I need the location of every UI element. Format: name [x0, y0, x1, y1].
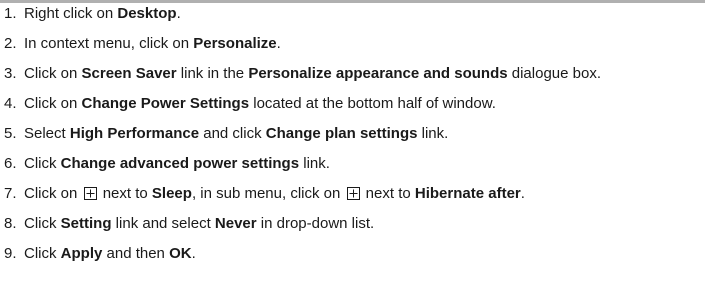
text-run: link in the	[176, 65, 249, 82]
bold-term: High Performance	[69, 125, 200, 142]
step-text: Click Setting link and select Never in d…	[24, 215, 374, 232]
text-run: Select	[24, 125, 70, 142]
text-run: located at the bottom half of window.	[249, 95, 496, 112]
list-item: 7. Click on next to Sleep, in sub menu, c…	[4, 184, 702, 203]
bold-term: Personalize	[193, 35, 277, 52]
bold-term: Setting	[60, 215, 112, 232]
text-run: Click on	[24, 185, 82, 202]
bold-term: Desktop	[117, 5, 177, 22]
bold-term: Hibernate after	[414, 185, 521, 202]
top-divider	[0, 0, 705, 3]
list-item: 8. Click Setting link and select Never in…	[4, 214, 702, 233]
list-item: 3. Click on Screen Saver link in the Pers…	[4, 64, 702, 83]
text-run: link.	[417, 125, 449, 142]
step-number: 9.	[4, 245, 17, 262]
text-run: link and select	[111, 215, 215, 232]
text-run: in drop-down list.	[256, 215, 375, 232]
bold-term: Screen Saver	[81, 65, 177, 82]
bold-term: Change Power Settings	[81, 95, 250, 112]
text-run: and click	[199, 125, 266, 142]
text-run: , in sub menu, click on	[191, 185, 345, 202]
text-run: Right click on	[24, 5, 118, 22]
bold-term: Change plan settings	[265, 125, 418, 142]
text-run: link.	[299, 155, 330, 172]
step-text: Select High Performance and click Change…	[24, 125, 448, 142]
text-run: .	[176, 5, 181, 22]
bold-term: OK	[169, 245, 192, 262]
step-text: Click Change advanced power settings lin…	[24, 155, 330, 172]
bold-term: Never	[214, 215, 257, 232]
step-number: 3.	[4, 65, 17, 82]
text-run: In context menu, click on	[24, 35, 194, 52]
step-number: 6.	[4, 155, 17, 172]
text-run: dialogue box.	[507, 65, 601, 82]
text-run: .	[520, 185, 525, 202]
bold-term: Personalize appearance and sounds	[248, 65, 508, 82]
step-number: 7.	[4, 185, 17, 202]
text-run: Click on	[24, 95, 82, 112]
text-run: and then	[102, 245, 170, 262]
step-text: Click on Change Power Settings located a…	[24, 95, 496, 112]
text-run: Click	[24, 245, 61, 262]
step-text: Click Apply and then OK.	[24, 245, 196, 262]
text-run: .	[276, 35, 281, 52]
step-number: 4.	[4, 95, 17, 112]
plus-box-icon	[83, 187, 97, 200]
text-run: Click	[24, 155, 61, 172]
step-text: Click on Screen Saver link in the Person…	[24, 65, 601, 82]
bold-term: Change advanced power settings	[60, 155, 300, 172]
bold-term: Apply	[60, 245, 103, 262]
text-run: Click on	[24, 65, 82, 82]
list-item: 5. Select High Performance and click Chan…	[4, 124, 702, 143]
list-item: 6. Click Change advanced power settings l…	[4, 154, 702, 173]
step-number: 8.	[4, 215, 17, 232]
list-item: 2. In context menu, click on Personalize.	[4, 34, 702, 53]
list-item: 9. Click Apply and then OK.	[4, 244, 702, 263]
plus-box-icon	[346, 187, 360, 200]
step-number: 5.	[4, 125, 17, 142]
list-item: 4. Click on Change Power Settings located…	[4, 94, 702, 113]
step-text: In context menu, click on Personalize.	[24, 35, 281, 52]
text-run: .	[191, 245, 196, 262]
text-run: next to	[361, 185, 415, 202]
step-number: 2.	[4, 35, 17, 52]
list-item: 1. Right click on Desktop.	[4, 4, 702, 23]
bold-term: Sleep	[151, 185, 192, 202]
instruction-list: 1. Right click on Desktop. 2. In context me…	[4, 4, 702, 274]
step-text: Click on next to Sleep, in sub menu, cli…	[24, 185, 525, 202]
text-run: next to	[98, 185, 152, 202]
step-number: 1.	[4, 5, 17, 22]
step-text: Right click on Desktop.	[24, 5, 181, 22]
text-run: Click	[24, 215, 61, 232]
